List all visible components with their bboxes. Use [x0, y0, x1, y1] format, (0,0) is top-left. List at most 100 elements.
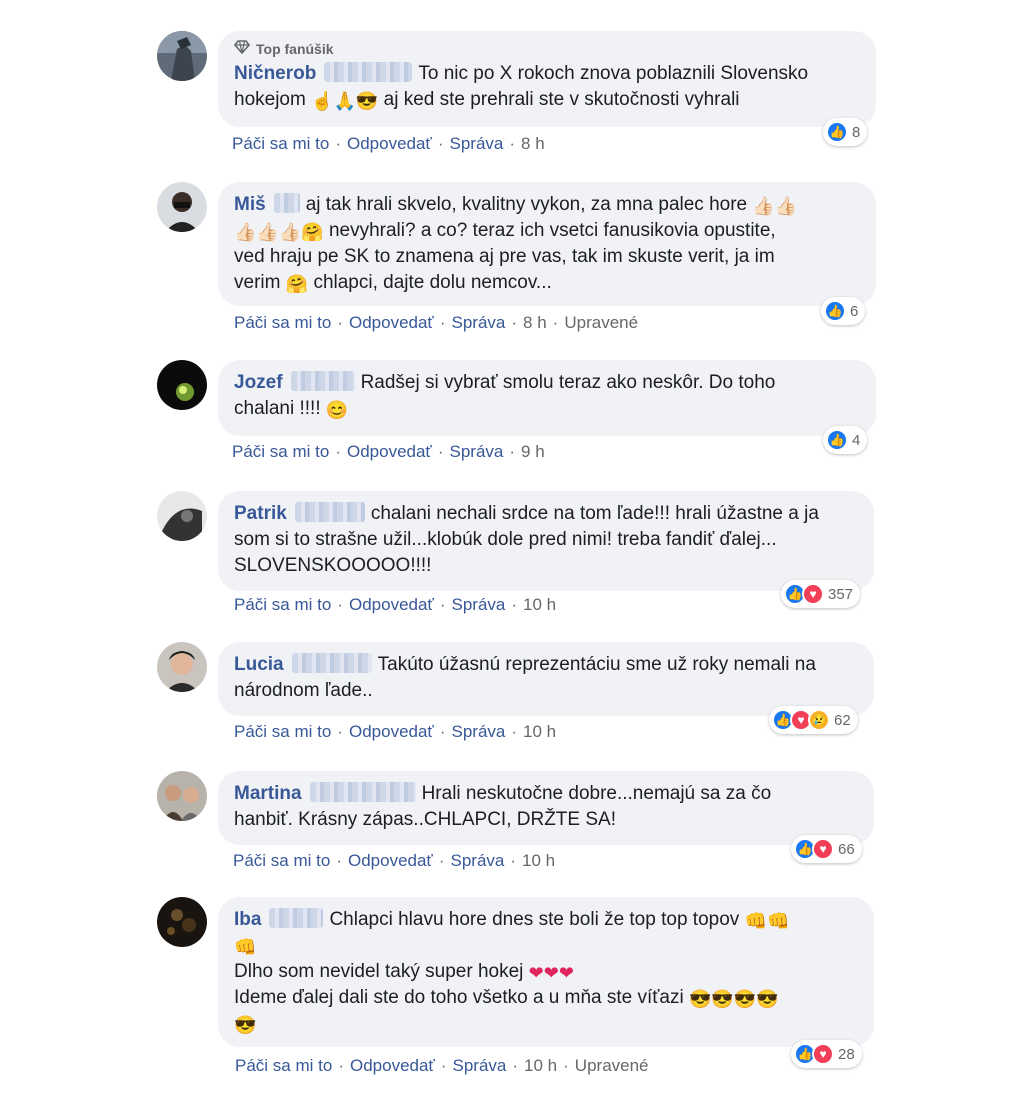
emoji: 👊 [234, 937, 257, 957]
comment-author[interactable]: Lucia [234, 654, 284, 675]
like-link[interactable]: Páči sa mi to [234, 722, 331, 742]
timestamp[interactable]: 8 h [521, 134, 545, 154]
top-fan-badge: Top fanúšik [233, 36, 860, 62]
timestamp[interactable]: 10 h [523, 595, 556, 615]
comment-actions: Páči sa mi to · Odpovedať · Správa · 10 h · … [235, 1056, 649, 1076]
heart-icon: ♥ [812, 838, 834, 860]
blurred-surname [291, 653, 372, 673]
comment-text: SLOVENSKOOOOO!!!! [234, 555, 432, 576]
comment-bubble: Lucia Takúto úžasnú reprezentáciu sme už … [218, 642, 874, 716]
avatar[interactable] [157, 491, 207, 541]
avatar[interactable] [157, 771, 207, 821]
reply-link[interactable]: Odpovedať [350, 1056, 435, 1076]
like-link[interactable]: Páči sa mi to [235, 1056, 332, 1076]
comment-author[interactable]: Miš [234, 194, 266, 215]
timestamp[interactable]: 10 h [523, 722, 556, 742]
like-link[interactable]: Páči sa mi to [233, 851, 330, 871]
comment-bubble: Iba Chlapci hlavu hore dnes ste boli že t… [218, 897, 874, 1047]
comment-text: hokejom [234, 89, 306, 110]
edited-label[interactable]: Upravené [564, 313, 638, 333]
top-fan-label: Top fanúšik [256, 41, 334, 57]
emoji: 🤗 [285, 274, 309, 294]
message-link[interactable]: Správa [452, 1056, 506, 1076]
message-link[interactable]: Správa [449, 134, 503, 154]
comment-text: Dlho som nevidel taký super hokej [234, 961, 524, 982]
timestamp[interactable]: 10 h [524, 1056, 557, 1076]
comment-bubble: Jozef Radšej si vybrať smolu teraz ako ne… [218, 360, 876, 436]
message-link[interactable]: Správa [451, 722, 505, 742]
emoji: ❤❤❤ [528, 963, 574, 983]
reactions-summary[interactable]: 👍 ♥ 357 [781, 580, 861, 608]
blurred-surname [324, 62, 413, 82]
reaction-count: 4 [852, 431, 861, 449]
edited-label[interactable]: Upravené [575, 1056, 649, 1076]
reactions-summary[interactable]: 👍 ♥ 😢 62 [769, 706, 858, 734]
comment-author[interactable]: Patrik [234, 503, 287, 524]
reaction-count: 66 [838, 840, 855, 858]
reactions-summary[interactable]: 👍 4 [823, 426, 868, 454]
comment-text: Ideme ďalej dali ste do toho všetko a u … [234, 987, 684, 1008]
message-link[interactable]: Správa [449, 442, 503, 462]
emoji: 😊 [325, 400, 349, 420]
avatar[interactable] [157, 182, 207, 232]
reply-link[interactable]: Odpovedať [347, 134, 432, 154]
comment-bubble: Miš aj tak hrali skvelo, kvalitny vykon, … [218, 182, 876, 306]
comment-text: aj ked ste prehrali ste v skutočnosti vy… [383, 89, 740, 110]
comment-text: nevyhrali? a co? teraz ich vsetci fanusi… [328, 220, 776, 241]
heart-icon: ♥ [802, 583, 824, 605]
comment-text: ved hraju pe SK to znamena aj pre vas, t… [234, 246, 775, 267]
blurred-surname [294, 502, 365, 522]
sad-icon: 😢 [808, 709, 830, 731]
like-icon: 👍 [824, 300, 846, 322]
comment-text: chlapci, dajte dolu nemcov... [313, 272, 552, 293]
reaction-count: 62 [834, 711, 851, 729]
reaction-count: 6 [850, 302, 859, 320]
timestamp[interactable]: 10 h [522, 851, 555, 871]
diamond-icon [233, 36, 251, 62]
reply-link[interactable]: Odpovedať [349, 595, 434, 615]
avatar[interactable] [157, 642, 207, 692]
reply-link[interactable]: Odpovedať [349, 722, 434, 742]
emoji: 😎😎😎😎 [689, 989, 779, 1009]
message-link[interactable]: Správa [451, 313, 505, 333]
like-link[interactable]: Páči sa mi to [234, 595, 331, 615]
reactions-summary[interactable]: 👍 6 [821, 297, 866, 325]
avatar[interactable] [157, 31, 207, 81]
reactions-summary[interactable]: 👍 ♥ 66 [791, 835, 862, 863]
comment-text: Hrali neskutočne dobre...nemajú sa za čo [421, 783, 772, 804]
emoji: 👍🏻👍🏻 [752, 196, 798, 216]
reaction-count: 28 [838, 1045, 855, 1063]
timestamp[interactable]: 9 h [521, 442, 545, 462]
emoji: 👍🏻👍🏻👍🏻🤗 [234, 222, 324, 242]
reply-link[interactable]: Odpovedať [347, 442, 432, 462]
comment-actions: Páči sa mi to · Odpovedať · Správa · 8 h · U… [234, 313, 639, 333]
like-link[interactable]: Páči sa mi to [232, 442, 329, 462]
like-link[interactable]: Páči sa mi to [234, 313, 331, 333]
comment-author[interactable]: Martina [234, 783, 302, 804]
comment-bubble: Top fanúšik Ničnerob To nic po X rokoch z… [218, 31, 876, 127]
message-link[interactable]: Správa [451, 595, 505, 615]
reaction-count: 357 [828, 585, 854, 603]
comment-author[interactable]: Jozef [234, 372, 283, 393]
reactions-summary[interactable]: 👍 8 [823, 118, 868, 146]
comment-text: chalani nechali srdce na tom ľade!!! hra… [370, 503, 819, 524]
comment-author[interactable]: Iba [234, 909, 261, 930]
comment-actions: Páči sa mi to · Odpovedať · Správa · 10 h [233, 851, 556, 871]
avatar[interactable] [157, 897, 207, 947]
reply-link[interactable]: Odpovedať [349, 313, 434, 333]
like-link[interactable]: Páči sa mi to [232, 134, 329, 154]
avatar[interactable] [157, 360, 207, 410]
comment-actions: Páči sa mi to · Odpovedať · Správa · 8 h [232, 134, 545, 154]
reply-link[interactable]: Odpovedať [348, 851, 433, 871]
comment-text: Takúto úžasnú reprezentáciu sme už roky … [377, 654, 816, 675]
comment-text: Chlapci hlavu hore dnes ste boli že top … [329, 909, 740, 930]
message-link[interactable]: Správa [450, 851, 504, 871]
heart-icon: ♥ [812, 1043, 834, 1065]
comment-text: hanbiť. Krásny zápas..CHLAPCI, DRŽTE SA! [234, 809, 616, 830]
reaction-count: 8 [852, 123, 861, 141]
timestamp[interactable]: 8 h [523, 313, 547, 333]
comment-bubble: Patrik chalani nechali srdce na tom ľade!… [218, 491, 874, 591]
comment-author[interactable]: Ničnerob [234, 63, 316, 84]
comment-actions: Páči sa mi to · Odpovedať · Správa · 9 h [232, 442, 545, 462]
reactions-summary[interactable]: 👍 ♥ 28 [791, 1040, 862, 1068]
